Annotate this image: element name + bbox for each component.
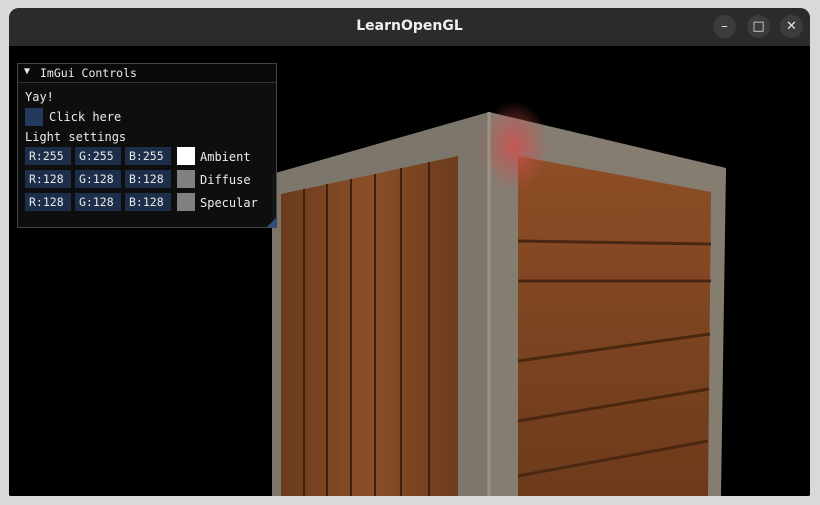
ambient-r-drag[interactable]: R:255 [25,147,71,165]
light-settings-label: Light settings [25,130,127,144]
opengl-viewport[interactable]: ▼ ImGui Controls Yay! Click here Light s… [9,46,810,496]
ambient-g-drag[interactable]: G:255 [75,147,121,165]
specular-g-drag[interactable]: G:128 [75,193,121,211]
window-title: LearnOpenGL [356,18,463,34]
diffuse-label: Diffuse [200,173,251,187]
imgui-panel-header[interactable]: ▼ ImGui Controls [18,64,276,83]
resize-grip-icon[interactable] [267,218,276,227]
imgui-controls-panel[interactable]: ▼ ImGui Controls Yay! Click here Light s… [17,63,277,228]
specular-b-drag[interactable]: B:128 [125,193,171,211]
diffuse-r-drag[interactable]: R:128 [25,170,71,188]
yay-text: Yay! [25,90,54,104]
maximize-button[interactable]: □ [747,15,770,38]
imgui-panel-title: ImGui Controls [40,66,137,80]
specular-label: Specular [200,196,258,210]
title-bar[interactable]: LearnOpenGL – □ ✕ [9,8,810,46]
ambient-b-drag[interactable]: B:255 [125,147,171,165]
specular-color-swatch[interactable] [177,193,195,211]
diffuse-b-drag[interactable]: B:128 [125,170,171,188]
click-here-button[interactable] [25,108,43,126]
diffuse-g-drag[interactable]: G:128 [75,170,121,188]
diffuse-color-swatch[interactable] [177,170,195,188]
ambient-color-swatch[interactable] [177,147,195,165]
minimize-button[interactable]: – [713,15,736,38]
ambient-label: Ambient [200,150,251,164]
close-button[interactable]: ✕ [780,15,803,38]
app-window: LearnOpenGL – □ ✕ ▼ ImGui Controls Yay! … [9,8,810,496]
collapse-triangle-icon[interactable]: ▼ [24,66,30,77]
specular-r-drag[interactable]: R:128 [25,193,71,211]
click-here-label: Click here [49,110,122,124]
